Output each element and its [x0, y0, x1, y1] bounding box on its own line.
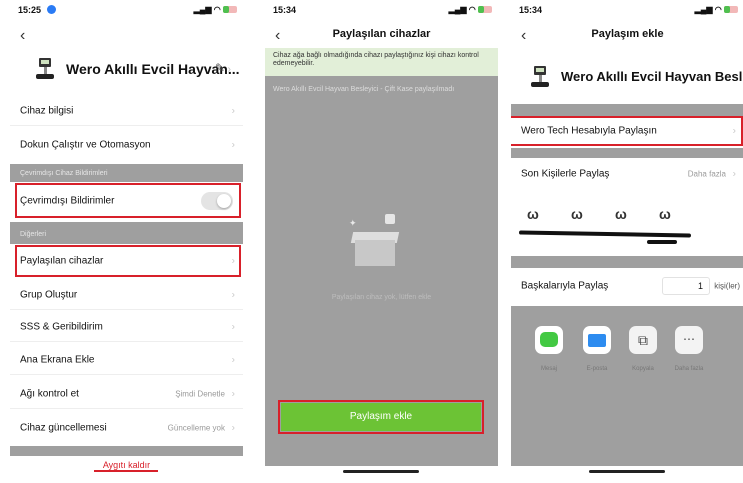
row-faq-feedback[interactable]: SSS & Geribildirim ›: [10, 312, 243, 342]
highlight-box: [15, 183, 241, 218]
remove-device-button[interactable]: Aygıtı kaldır: [10, 460, 243, 470]
row-label: Dokun Çalıştır ve Otomasyon: [20, 139, 151, 151]
home-indicator: [589, 470, 665, 473]
battery-icon: [724, 6, 738, 13]
share-label: E-posta: [586, 366, 608, 372]
redaction-scribble: [647, 240, 677, 244]
message-icon: [540, 332, 558, 347]
redaction-scribble: [518, 230, 692, 238]
chevron-right-icon: ›: [231, 354, 235, 365]
more-app-button[interactable]: ⋯: [675, 326, 703, 354]
row-label: Ana Ekrana Ekle: [20, 354, 95, 365]
device-name: Wero Akıllı Evcil Hayvan Besl...: [561, 69, 743, 84]
signal-wifi-icon: ▂▄▆ ◠: [194, 5, 237, 14]
row-label: Son Kişilerle Paylaş: [521, 168, 610, 180]
share-label: Daha fazla: [674, 366, 704, 372]
status-time: 15:25: [18, 5, 42, 15]
phone-device-settings: 15:25 ▂▄▆ ◠ ‹ Wero Akıllı Evcil Hayvan..…: [10, 0, 243, 483]
message-app-button[interactable]: [535, 326, 563, 354]
phone-add-share: 15:34 ▂▄▆ ◠ ‹ Paylaşım ekle Wero Akıllı …: [511, 0, 743, 483]
status-time: 15:34: [519, 5, 543, 15]
chevron-right-icon: ›: [231, 139, 235, 151]
row-network-check[interactable]: Ağı kontrol et Şimdi Denetle ›: [10, 379, 243, 409]
status-bar: 15:34 ▂▄▆ ◠: [265, 0, 498, 22]
device-image: [36, 58, 54, 80]
page-title: Paylaşım ekle: [591, 28, 664, 40]
row-share-with-others: Başkalarıyla Paylaş 1 kişi(ler): [511, 272, 743, 300]
divider-band: [511, 256, 743, 268]
chevron-right-icon: ›: [231, 388, 235, 399]
location-icon: [47, 5, 56, 14]
row-label: Cihaz güncellemesi: [20, 422, 107, 434]
page-title: Paylaşılan cihazlar: [332, 28, 431, 40]
divider-band: [10, 446, 243, 456]
row-label: Başkalarıyla Paylaş: [521, 280, 609, 292]
highlight-box: [15, 245, 241, 277]
row-value: Daha fazla: [687, 169, 726, 179]
phone-shared-devices: 15:34 ▂▄▆ ◠ ‹ Paylaşılan cihazlar Cihaz …: [265, 0, 498, 483]
pencil-icon: ✎: [214, 61, 225, 75]
device-header: Wero Akıllı Evcil Hayvan Besl...: [511, 58, 743, 96]
copy-icon: ⧉: [638, 332, 648, 348]
info-banner: Cihaz ağa bağlı olmadığında cihazı payla…: [265, 48, 498, 76]
contact-avatar[interactable]: ω: [571, 206, 583, 222]
section-header-offline: Çevrimdışı Cihaz Bildirimleri: [10, 164, 243, 182]
device-image: [531, 66, 549, 88]
highlight-box: [511, 116, 743, 146]
copy-app-button[interactable]: ⧉: [629, 326, 657, 354]
status-time: 15:34: [273, 5, 297, 15]
battery-icon: [478, 6, 492, 13]
home-indicator: [343, 470, 419, 473]
row-add-to-home[interactable]: Ana Ekrana Ekle ›: [10, 345, 243, 375]
signal-wifi-icon: ▂▄▆ ◠: [449, 5, 492, 14]
status-bar: 15:34 ▂▄▆ ◠: [511, 0, 743, 22]
row-firmware-update[interactable]: Cihaz güncellemesi Güncelleme yok ›: [10, 413, 243, 443]
signal-wifi-icon: ▂▄▆ ◠: [695, 5, 738, 14]
shared-device-item: Wero Akıllı Evcil Hayvan Besleyici - Çif…: [273, 86, 455, 93]
row-label: Grup Oluştur: [20, 289, 78, 300]
plug-icon: [385, 214, 395, 224]
contact-avatar[interactable]: ω: [615, 206, 627, 222]
chevron-right-icon: ›: [231, 321, 235, 332]
remove-underline: [94, 470, 158, 472]
sparkle-icon: ✦: [349, 218, 357, 228]
row-value: Güncelleme yok: [167, 423, 225, 433]
section-header-other: Diğerleri: [10, 222, 243, 244]
chevron-right-icon: ›: [231, 289, 235, 300]
row-recent-contacts[interactable]: Son Kişilerle Paylaş Daha fazla ›: [511, 160, 743, 188]
row-label: Cihaz bilgisi: [20, 105, 74, 116]
more-dots-icon: ⋯: [683, 332, 695, 346]
row-label: SSS & Geribildirim: [20, 321, 103, 332]
row-create-group[interactable]: Grup Oluştur ›: [10, 280, 243, 310]
share-label: Mesaj: [540, 366, 557, 372]
contact-avatar[interactable]: ω: [659, 206, 671, 222]
chevron-right-icon: ›: [231, 422, 235, 434]
divider-band: [511, 148, 743, 158]
row-device-info[interactable]: Cihaz bilgisi ›: [10, 96, 243, 126]
section-label: Çevrimdışı Cihaz Bildirimleri: [20, 170, 108, 177]
row-value: Şimdi Denetle: [175, 389, 225, 398]
email-icon: [588, 334, 606, 347]
section-label: Diğerleri: [20, 231, 47, 238]
empty-state-text: Paylaşılan cihaz yok, lütfen ekle: [331, 294, 432, 301]
chevron-right-icon: ›: [231, 105, 235, 116]
share-label: Kopyala: [632, 366, 654, 372]
highlight-box: [278, 400, 484, 434]
device-header: Wero Akıllı Evcil Hayvan... ✎ ›: [10, 50, 243, 88]
contact-avatar[interactable]: ω: [527, 206, 539, 222]
back-button[interactable]: ‹: [20, 27, 25, 45]
battery-icon: [223, 6, 237, 13]
status-bar: 15:25 ▂▄▆ ◠: [10, 0, 243, 22]
row-tap-to-run[interactable]: Dokun Çalıştır ve Otomasyon ›: [10, 130, 243, 160]
edit-name-icon[interactable]: ✎ ›: [215, 61, 231, 75]
email-app-button[interactable]: [583, 326, 611, 354]
row-label: Ağı kontrol et: [20, 388, 79, 399]
quantity-input[interactable]: 1: [662, 277, 710, 295]
chevron-right-icon: ›: [732, 168, 736, 180]
quantity-unit: kişi(ler): [714, 281, 740, 291]
empty-box-illustration: ✦: [349, 214, 400, 270]
device-name: Wero Akıllı Evcil Hayvan...: [66, 61, 240, 77]
